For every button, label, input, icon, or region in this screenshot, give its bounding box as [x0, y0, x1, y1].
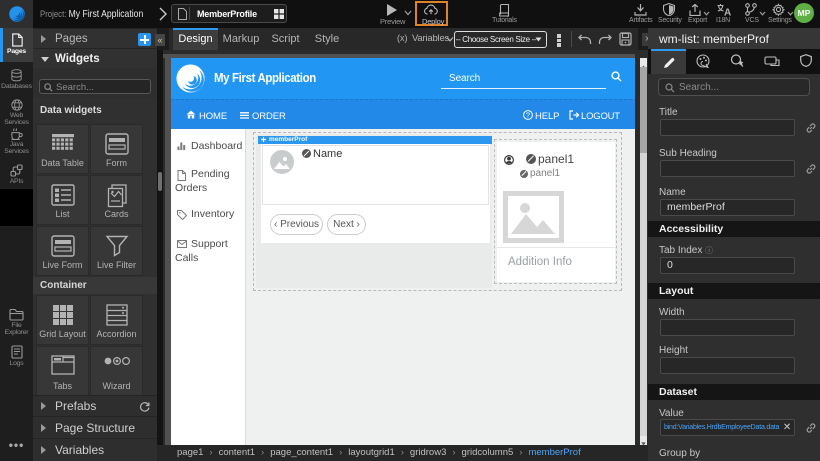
svg-text:?: ?	[526, 112, 530, 119]
svg-text:A: A	[724, 8, 731, 17]
